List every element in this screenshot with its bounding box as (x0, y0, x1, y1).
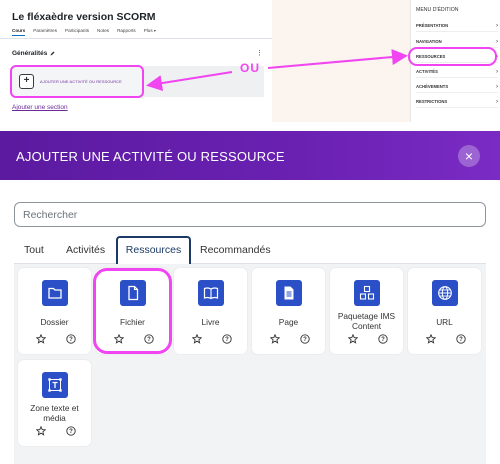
chevron-right-icon: › (496, 38, 498, 45)
star-icon[interactable] (36, 426, 46, 436)
help-icon[interactable]: ? (66, 334, 76, 344)
search-input[interactable] (14, 202, 486, 227)
nav-cours[interactable]: Cours (12, 28, 26, 36)
card-actions: ? (426, 334, 466, 344)
nav-notes[interactable]: Notes (97, 28, 109, 36)
menu-item-label: NAVIGATION (416, 39, 442, 44)
card-actions: ? (36, 334, 76, 344)
close-button[interactable]: × (458, 145, 480, 167)
add-section-link[interactable]: Ajouter une section (12, 104, 68, 111)
card-url[interactable]: URL ? (408, 268, 481, 354)
menu-item-label: PRÉSENTATION (416, 23, 449, 28)
ou-annotation: OU (240, 61, 260, 75)
svg-text:?: ? (69, 337, 73, 343)
book-icon (198, 280, 224, 306)
modal-title: AJOUTER UNE ACTIVITÉ OU RESSOURCE (16, 149, 285, 164)
add-activity-label: AJOUTER UNE ACTIVITÉ OU RESSOURCE (40, 79, 122, 84)
star-icon[interactable] (426, 334, 436, 344)
card-label: Dossier (40, 317, 69, 327)
nav-parametres[interactable]: Paramètres (33, 28, 57, 36)
nav-rapports[interactable]: Rapports (117, 28, 136, 36)
card-dossier[interactable]: Dossier ? (18, 268, 91, 354)
section-title: Généralités (12, 50, 48, 57)
ims-package-icon (354, 280, 380, 306)
chevron-right-icon: › (496, 68, 498, 75)
chevron-right-icon: › (496, 83, 498, 90)
tab-ressources[interactable]: Ressources (116, 236, 191, 265)
card-actions: ? (348, 334, 388, 344)
edit-menu-title: MENU D'ÉDITION (416, 7, 459, 13)
menu-item-label: ACHÈVEMENTS (416, 84, 449, 89)
card-label: Zone texte et média (30, 403, 79, 423)
plus-icon: + (19, 74, 34, 89)
fichier-highlight-circle (93, 268, 172, 354)
star-icon[interactable] (348, 334, 358, 344)
star-icon[interactable] (270, 334, 280, 344)
kebab-menu-icon[interactable]: ⋮ (256, 50, 263, 57)
card-label: Livre (201, 317, 220, 327)
svg-text:?: ? (303, 337, 307, 343)
caret-down-icon: ▾ (153, 28, 156, 33)
globe-icon (432, 280, 458, 306)
add-activity-button[interactable]: + AJOUTER UNE ACTIVITÉ OU RESSOURCE (10, 65, 144, 98)
svg-text:?: ? (225, 337, 229, 343)
tab-bar: Tout Activités Ressources Recommandés (14, 236, 486, 265)
tab-tout[interactable]: Tout (24, 244, 44, 256)
svg-text:?: ? (381, 337, 385, 343)
course-title: Le fléxaèdre version SCORM (12, 11, 156, 23)
card-label: Page (278, 317, 299, 327)
folder-icon (42, 280, 68, 306)
card-actions: ? (36, 426, 76, 436)
menu-item-presentation[interactable]: PRÉSENTATION › (416, 20, 498, 32)
svg-text:?: ? (459, 337, 463, 343)
help-icon[interactable]: ? (378, 334, 388, 344)
course-nav: Cours Paramètres Participants Notes Rapp… (12, 28, 156, 36)
nav-plus[interactable]: Plus ▾ (144, 28, 156, 36)
svg-text:?: ? (69, 429, 73, 435)
star-icon[interactable] (192, 334, 202, 344)
modal-header: AJOUTER UNE ACTIVITÉ OU RESSOURCE (0, 131, 500, 180)
star-icon[interactable] (36, 334, 46, 344)
background-strip (272, 0, 410, 122)
card-paquetage-ims[interactable]: Paquetage IMS Content ? (330, 268, 403, 354)
help-icon[interactable]: ? (66, 426, 76, 436)
card-livre[interactable]: Livre ? (174, 268, 247, 354)
card-label: URL (436, 317, 453, 327)
card-label: Paquetage IMS Content (337, 311, 396, 331)
divider (0, 38, 272, 39)
ressources-highlight-circle (408, 47, 497, 66)
course-page: Le fléxaèdre version SCORM Cours Paramèt… (0, 0, 272, 122)
chevron-right-icon: › (496, 22, 498, 29)
help-icon[interactable]: ? (456, 334, 466, 344)
section-header: Généralités (12, 50, 55, 57)
card-zone-texte-media[interactable]: Zone texte et média ? (18, 360, 91, 446)
nav-plus-label: Plus (143, 28, 153, 33)
menu-item-label: RESTRICTIONS (416, 99, 448, 104)
menu-item-restrictions[interactable]: RESTRICTIONS › (416, 96, 498, 108)
card-actions: ? (270, 334, 310, 344)
text-media-icon (42, 372, 68, 398)
tab-activites[interactable]: Activités (66, 244, 105, 256)
nav-participants[interactable]: Participants (65, 28, 89, 36)
card-page[interactable]: Page ? (252, 268, 325, 354)
help-icon[interactable]: ? (222, 334, 232, 344)
menu-item-activites[interactable]: ACTIVITÉS › (416, 66, 498, 78)
card-actions: ? (192, 334, 232, 344)
menu-item-label: ACTIVITÉS (416, 69, 438, 74)
chevron-right-icon: › (496, 98, 498, 105)
pencil-icon[interactable] (50, 51, 55, 56)
tab-recommandes[interactable]: Recommandés (200, 244, 271, 256)
help-icon[interactable]: ? (300, 334, 310, 344)
page-icon (276, 280, 302, 306)
menu-item-achevements[interactable]: ACHÈVEMENTS › (416, 81, 498, 93)
